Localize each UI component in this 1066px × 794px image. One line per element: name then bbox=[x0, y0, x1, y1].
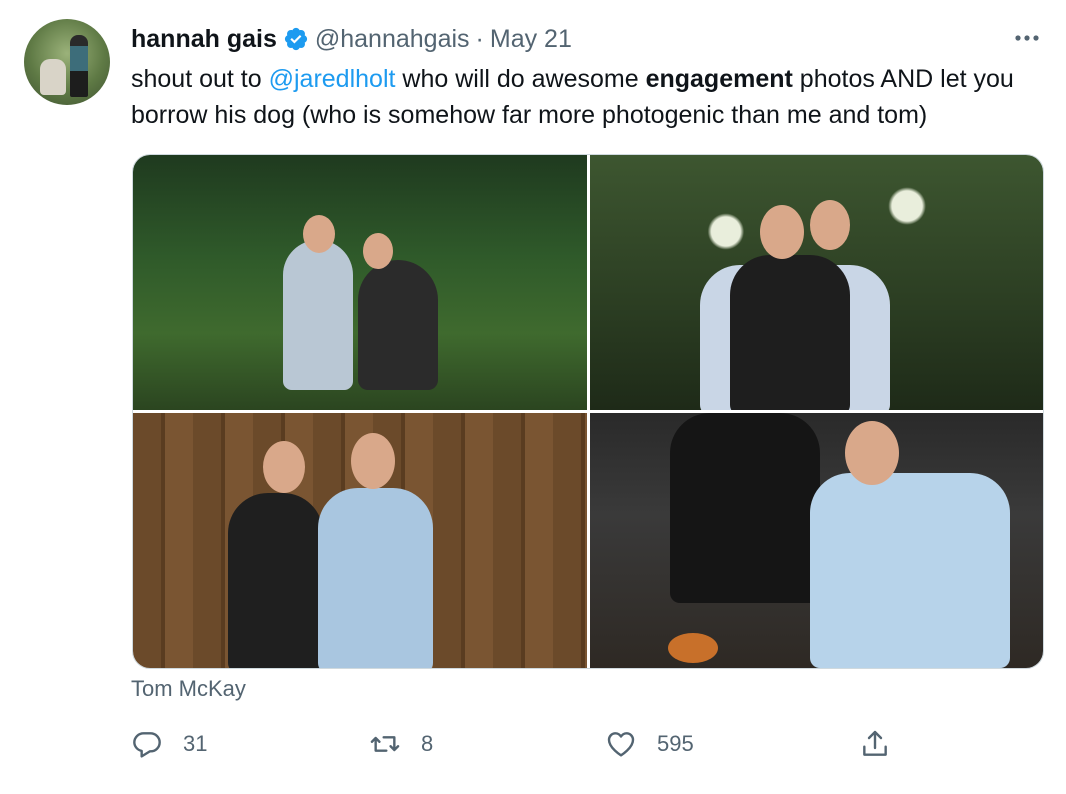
tweet-text: shout out to @jaredlholt who will do awe… bbox=[131, 61, 1046, 133]
photo-head bbox=[759, 205, 804, 259]
retweet-count: 8 bbox=[421, 731, 434, 756]
share-button[interactable] bbox=[859, 722, 911, 766]
photo-4[interactable] bbox=[589, 413, 1043, 668]
author-avatar[interactable] bbox=[24, 19, 110, 105]
like-count: 595 bbox=[657, 731, 694, 756]
photo-head bbox=[363, 233, 393, 269]
media-caption[interactable]: Tom McKay bbox=[131, 676, 246, 702]
like-icon bbox=[607, 732, 635, 757]
photo-head bbox=[303, 215, 335, 253]
photo-person bbox=[283, 240, 353, 390]
avatar-dog bbox=[40, 59, 66, 95]
tweet-header: hannah gais @hannahgais · May 21 bbox=[131, 22, 572, 56]
avatar-figure bbox=[70, 35, 88, 97]
photo-person bbox=[729, 255, 850, 410]
reply-count: 31 bbox=[183, 731, 208, 756]
photo-person bbox=[809, 473, 1010, 668]
photo-person bbox=[228, 493, 323, 668]
share-icon bbox=[863, 730, 887, 756]
photo-head bbox=[809, 200, 850, 250]
mention-link[interactable]: @jaredlholt bbox=[269, 65, 396, 93]
photo-head bbox=[263, 441, 305, 493]
more-options-icon[interactable] bbox=[1012, 28, 1042, 48]
header-separator: · bbox=[475, 24, 484, 53]
tweet-text-bold: engagement bbox=[645, 65, 793, 93]
tweet-actions: 31 8 595 bbox=[131, 722, 911, 766]
reply-button[interactable]: 31 bbox=[131, 722, 207, 766]
photo-person bbox=[358, 260, 438, 390]
photo-person bbox=[318, 488, 433, 668]
photo-head bbox=[844, 421, 899, 485]
photo-2[interactable] bbox=[589, 155, 1043, 410]
like-button[interactable]: 595 bbox=[605, 722, 694, 766]
verified-badge-icon bbox=[284, 27, 307, 51]
media-grid bbox=[132, 154, 1044, 669]
author-name[interactable]: hannah gais bbox=[131, 25, 277, 54]
retweet-icon bbox=[370, 736, 400, 752]
photo-dog bbox=[667, 633, 718, 663]
reply-icon bbox=[133, 732, 161, 758]
photo-person bbox=[669, 413, 820, 603]
author-handle[interactable]: @hannahgais bbox=[315, 25, 470, 54]
photo-head bbox=[351, 433, 395, 489]
photo-1[interactable] bbox=[133, 155, 587, 410]
tweet-text-part: who will do awesome bbox=[395, 65, 646, 93]
tweet-date[interactable]: May 21 bbox=[490, 25, 572, 54]
photo-3[interactable] bbox=[133, 413, 587, 668]
tweet-text-part: shout out to bbox=[131, 65, 269, 93]
retweet-button[interactable]: 8 bbox=[369, 722, 433, 766]
